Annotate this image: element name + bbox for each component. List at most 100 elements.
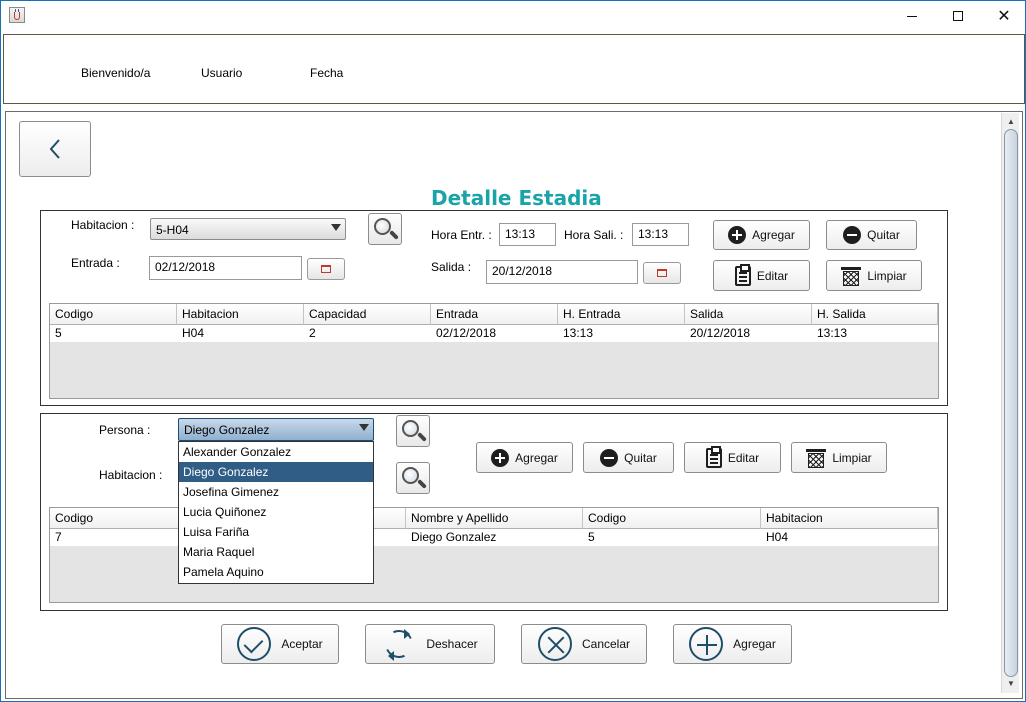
habitacion-label: Habitacion : xyxy=(71,218,135,232)
column-header[interactable]: Entrada xyxy=(431,304,558,325)
entrada-calendar-button[interactable] xyxy=(307,258,345,280)
personas-editar-button[interactable]: Editar xyxy=(684,442,781,473)
estadia-limpiar-button[interactable]: Limpiar xyxy=(826,260,922,291)
personas-limpiar-button[interactable]: Limpiar xyxy=(791,442,887,473)
trash-icon xyxy=(841,266,862,286)
habitacion-combo[interactable]: 5-H04 xyxy=(150,218,346,240)
persona-combo-value: Diego Gonzalez xyxy=(184,423,270,437)
vertical-scrollbar[interactable]: ▲ ▼ xyxy=(1001,113,1019,693)
java-icon xyxy=(9,7,25,23)
column-header[interactable]: H. Entrada xyxy=(558,304,685,325)
minus-circle-icon xyxy=(600,448,619,467)
deshacer-button[interactable]: Deshacer xyxy=(365,624,495,664)
column-header[interactable]: Codigo xyxy=(50,304,177,325)
bienvenido-label: Bienvenido/a xyxy=(81,66,151,80)
table-cell: 13:13 xyxy=(817,326,848,340)
estadia-table: Codigo Habitacion Capacidad Entrada H. E… xyxy=(49,303,939,399)
dropdown-option[interactable]: Lucia Quiñonez xyxy=(179,502,373,522)
chevron-down-icon xyxy=(359,424,369,431)
app-window: ✕ Bienvenido/a Usuario Fecha ▲ ▼ Detalle… xyxy=(0,0,1026,702)
estadia-limpiar-label: Limpiar xyxy=(867,268,907,283)
calendar-icon xyxy=(657,269,667,277)
salida-calendar-button[interactable] xyxy=(643,262,681,284)
close-button[interactable]: ✕ xyxy=(981,1,1026,31)
clipboard-icon xyxy=(734,263,751,286)
dropdown-option[interactable]: Pamela Aquino xyxy=(179,562,373,582)
habitacion-search-button[interactable] xyxy=(368,213,402,245)
dropdown-option-selected[interactable]: Diego Gonzalez xyxy=(179,462,373,482)
dropdown-option[interactable]: Josefina Gimenez xyxy=(179,482,373,502)
table-cell: 2 xyxy=(309,326,316,340)
personas-habitacion-search-button[interactable] xyxy=(396,462,430,494)
dropdown-option[interactable]: Luisa Fariña xyxy=(179,522,373,542)
salida-date-field[interactable]: 20/12/2018 xyxy=(486,260,638,284)
footer-agregar-button[interactable]: Agregar xyxy=(673,624,792,664)
chevron-down-icon xyxy=(331,224,341,231)
persona-dropdown-list: Alexander Gonzalez Diego Gonzalez Josefi… xyxy=(178,441,374,584)
column-header[interactable]: Salida xyxy=(685,304,812,325)
column-header[interactable]: Habitacion xyxy=(177,304,304,325)
aceptar-label: Aceptar xyxy=(281,637,323,651)
persona-combo[interactable]: Diego Gonzalez xyxy=(178,418,374,441)
cancelar-button[interactable]: Cancelar xyxy=(521,624,647,664)
clipboard-icon xyxy=(705,445,722,468)
minimize-button[interactable] xyxy=(889,1,935,31)
maximize-button[interactable] xyxy=(935,1,981,31)
estadia-editar-button[interactable]: Editar xyxy=(713,260,810,291)
table-cell: Diego Gonzalez xyxy=(411,530,497,544)
column-header[interactable]: Codigo xyxy=(583,508,761,529)
personas-quitar-button[interactable]: Quitar xyxy=(583,442,674,473)
hora-sali-field[interactable]: 13:13 xyxy=(632,223,689,246)
footer-agregar-label: Agregar xyxy=(733,637,776,651)
hora-entr-label: Hora Entr. : xyxy=(431,228,492,242)
refresh-icon xyxy=(381,626,418,662)
personas-quitar-label: Quitar xyxy=(624,450,657,465)
cancel-circle-icon xyxy=(537,627,572,661)
table-cell: 13:13 xyxy=(563,326,594,340)
column-header[interactable]: Nombre y Apellido xyxy=(406,508,583,529)
estadia-agregar-label: Agregar xyxy=(752,228,795,242)
usuario-label: Usuario xyxy=(201,66,243,80)
personas-agregar-label: Agregar xyxy=(515,450,558,465)
hora-entr-field[interactable]: 13:13 xyxy=(499,223,556,246)
estadia-editar-label: Editar xyxy=(756,268,789,283)
dropdown-option[interactable]: Maria Raquel xyxy=(179,542,373,562)
entrada-date-field[interactable]: 02/12/2018 xyxy=(149,256,302,280)
calendar-icon xyxy=(321,265,331,273)
fecha-label: Fecha xyxy=(310,66,344,80)
hora-sali-label: Hora Sali. : xyxy=(564,228,624,242)
personas-habitacion-label: Habitacion : xyxy=(99,468,163,482)
personas-editar-label: Editar xyxy=(727,450,760,465)
column-header[interactable]: H. Salida xyxy=(812,304,938,325)
page-title: Detalle Estadia xyxy=(431,186,602,210)
table-cell: 5 xyxy=(588,530,595,544)
plus-circle-icon xyxy=(491,448,510,467)
table-cell: 20/12/2018 xyxy=(690,326,751,340)
persona-label: Persona : xyxy=(99,423,151,437)
plus-circle-icon xyxy=(728,226,747,244)
minimize-icon xyxy=(907,15,917,17)
scroll-down-icon[interactable]: ▼ xyxy=(1005,677,1017,691)
aceptar-button[interactable]: Aceptar xyxy=(221,624,339,664)
column-header[interactable]: Capacidad xyxy=(304,304,431,325)
back-button[interactable] xyxy=(19,121,91,177)
personas-limpiar-label: Limpiar xyxy=(832,450,872,465)
estadia-quitar-button[interactable]: Quitar xyxy=(826,220,917,250)
table-cell: 02/12/2018 xyxy=(436,326,497,340)
personas-agregar-button[interactable]: Agregar xyxy=(476,442,573,473)
scrollbar-thumb[interactable] xyxy=(1004,129,1018,677)
salida-label: Salida : xyxy=(431,260,472,274)
plus-circle-icon xyxy=(689,627,724,661)
chevron-left-icon xyxy=(49,139,60,159)
trash-icon xyxy=(806,448,827,468)
table-row[interactable]: 5 H04 2 02/12/2018 13:13 20/12/2018 13:1… xyxy=(50,325,938,342)
check-circle-icon xyxy=(237,627,272,661)
persona-search-button[interactable] xyxy=(396,415,430,447)
table-cell: H04 xyxy=(182,326,205,340)
dropdown-option[interactable]: Alexander Gonzalez xyxy=(179,442,373,462)
scroll-up-icon[interactable]: ▲ xyxy=(1005,115,1017,129)
table-cell: 5 xyxy=(55,326,62,340)
column-header[interactable]: Habitacion xyxy=(761,508,938,529)
table-cell: H04 xyxy=(766,530,789,544)
estadia-agregar-button[interactable]: Agregar xyxy=(713,220,810,250)
